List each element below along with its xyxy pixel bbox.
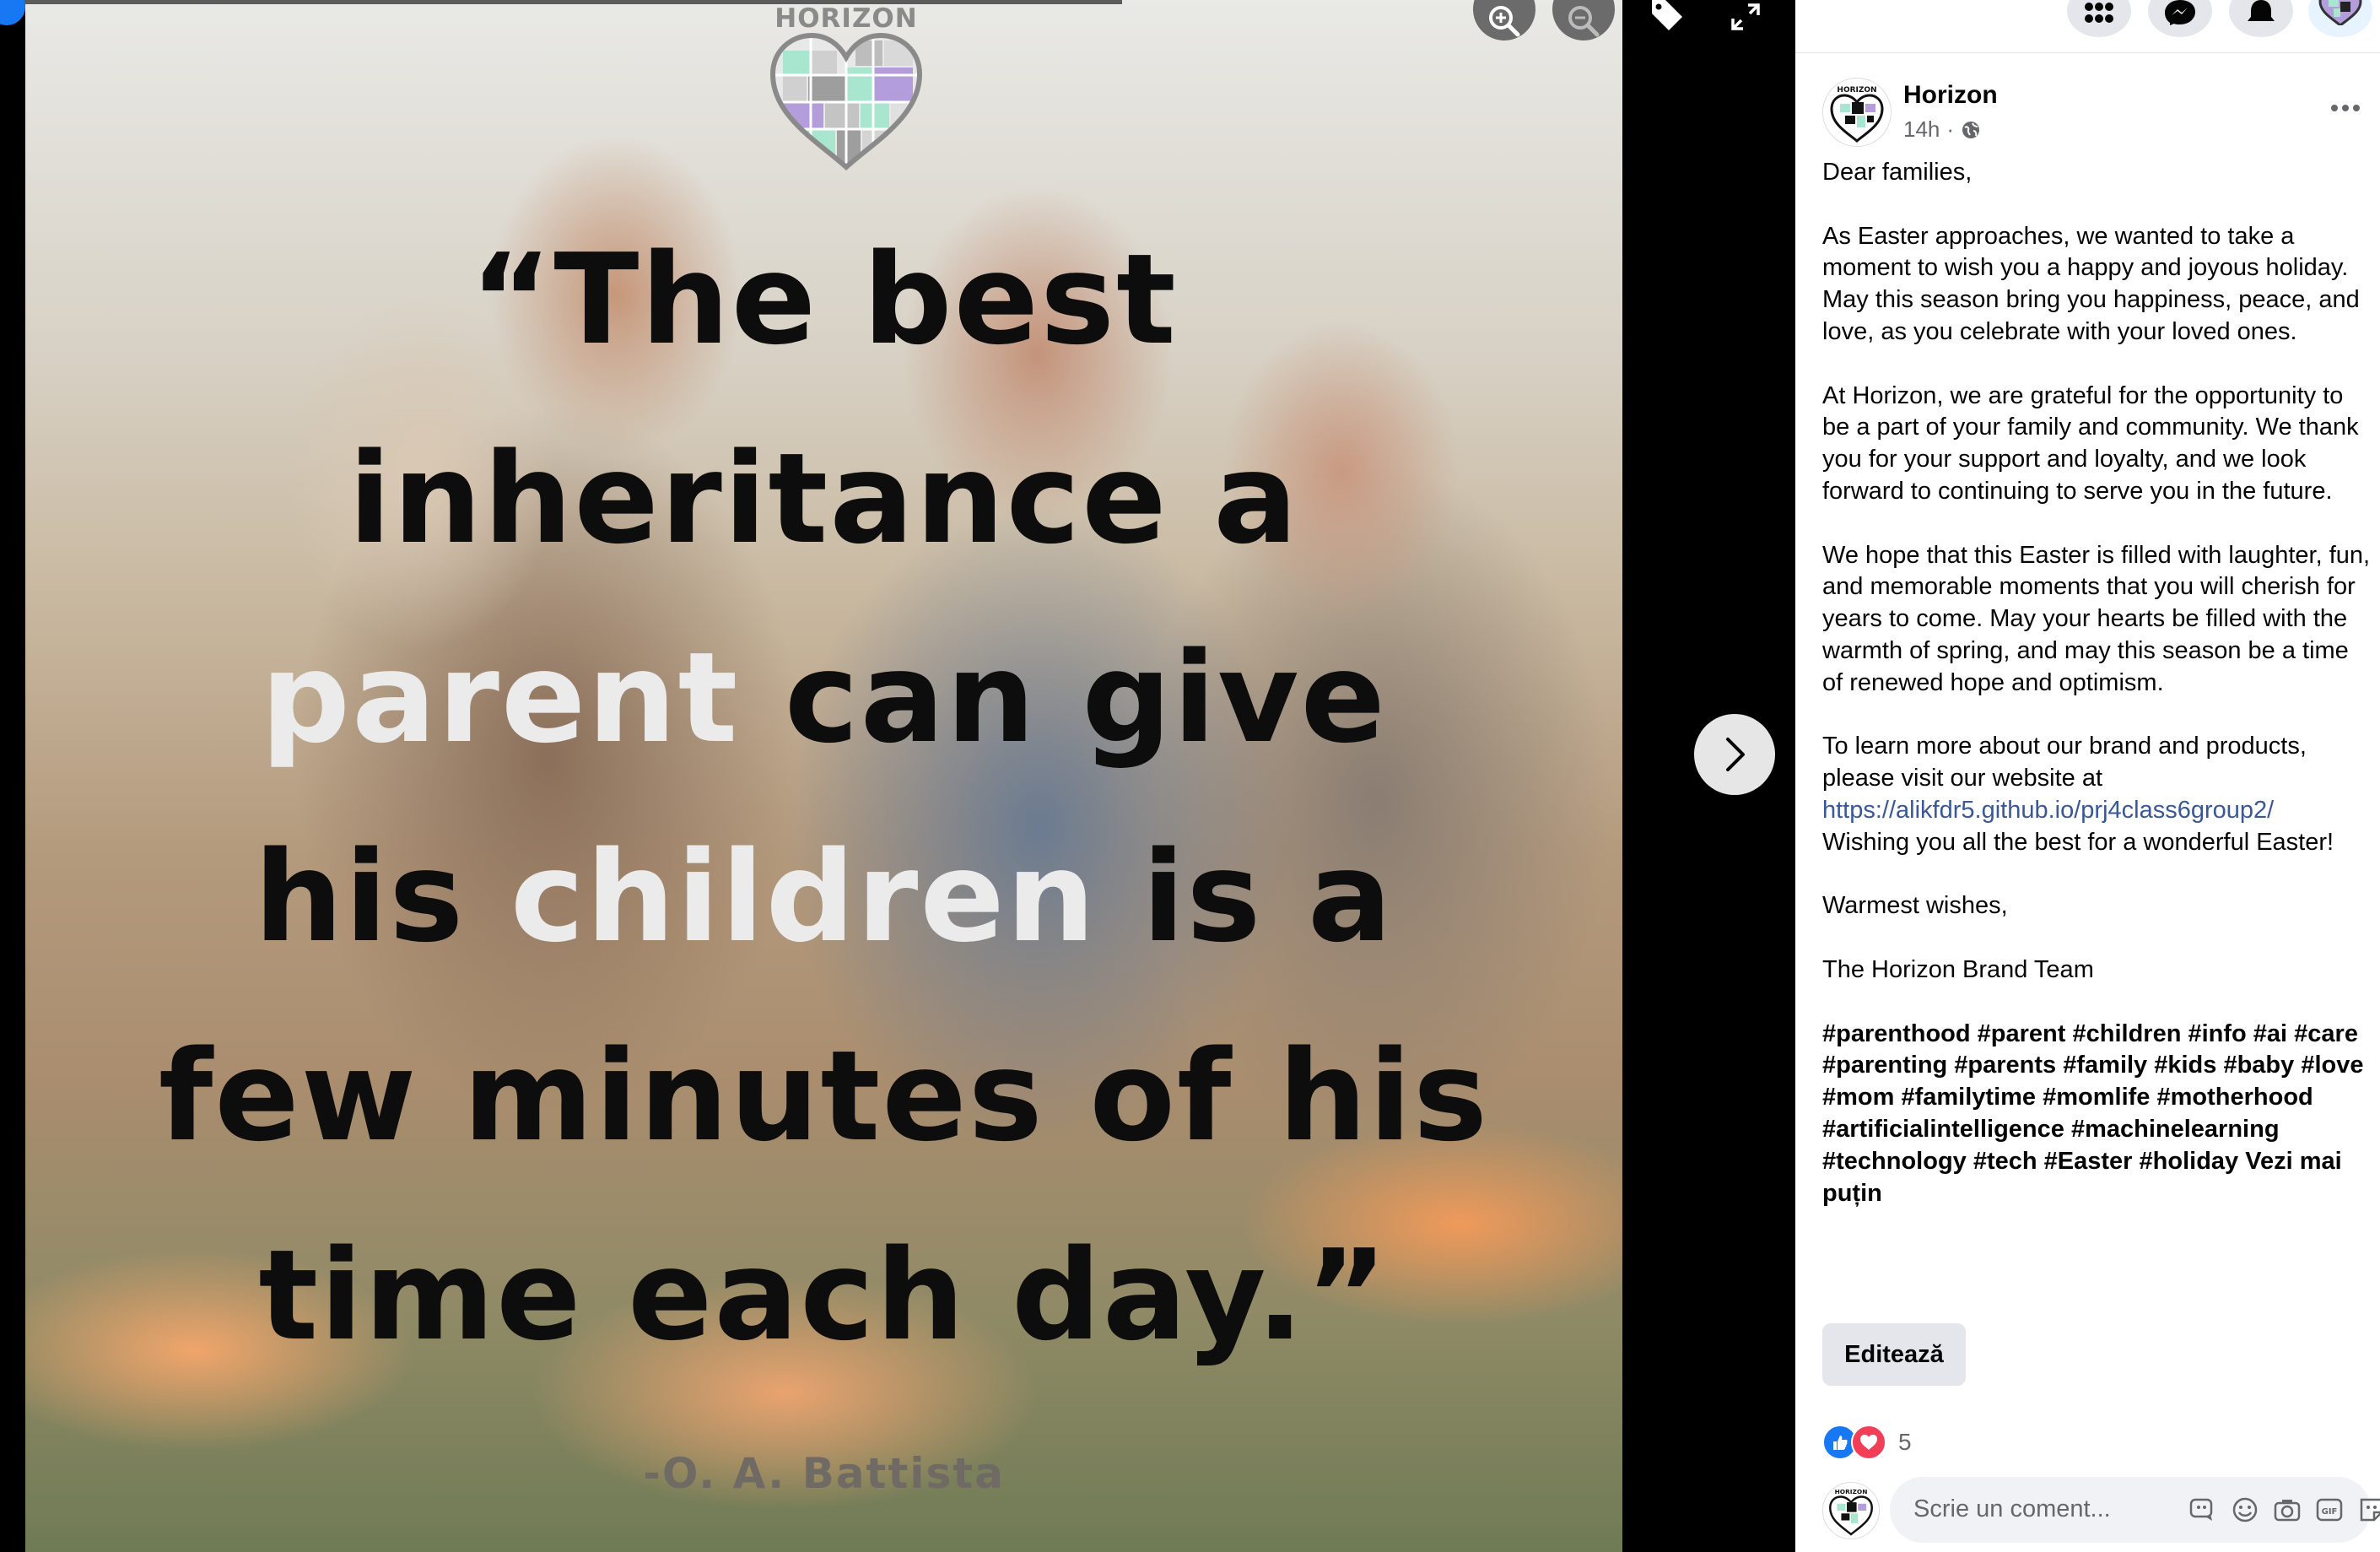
camera-icon[interactable] <box>2273 1495 2302 1524</box>
comment-input[interactable]: Scrie un coment... GIF <box>1890 1477 2380 1543</box>
tag-icon[interactable] <box>1650 0 1684 30</box>
post-signature: The Horizon Brand Team <box>1822 955 2094 983</box>
horizon-logo-icon: HORIZON <box>1830 86 1884 143</box>
post-photo[interactable]: HORIZON “The best inheritance a parent c… <box>25 0 1622 1552</box>
quote-text: time each day.” <box>258 1223 1390 1368</box>
quote-line: his children is a <box>25 825 1622 969</box>
globe-icon[interactable] <box>1961 120 1981 140</box>
notifications-icon <box>2248 0 2275 21</box>
quote-text: can give <box>739 625 1387 771</box>
menu-button[interactable] <box>2067 0 2131 37</box>
quote-text: inheritance a <box>348 426 1300 571</box>
post-hashtags-paragraph: #parenthood #parent #children #info #ai … <box>1822 1019 2375 1210</box>
quote-text: “The best <box>470 227 1178 372</box>
more-options-button[interactable] <box>2329 95 2362 122</box>
post-time[interactable]: 14h <box>1903 116 1940 143</box>
zoom-in-icon <box>1489 6 1520 37</box>
next-photo-button[interactable] <box>1694 714 1775 795</box>
chevron-right-icon <box>1726 738 1745 771</box>
quote-highlight-text: children <box>510 825 1098 970</box>
post-paragraph: At Horizon, we are grateful for the oppo… <box>1822 381 2359 505</box>
photo-viewer: HORIZON “The best inheritance a parent c… <box>0 0 1795 1552</box>
quote-highlight-text: parent <box>261 625 740 771</box>
svg-text:HORIZON: HORIZON <box>1837 86 1876 95</box>
photo-brand-logo: HORIZON <box>758 0 935 173</box>
svg-text:HORIZON: HORIZON <box>1835 1488 1868 1495</box>
avatar-sticker-icon[interactable] <box>2188 1495 2217 1524</box>
comment-placeholder: Scrie un coment... <box>1913 1495 2111 1522</box>
commenter-avatar[interactable]: HORIZON <box>1822 1482 1880 1539</box>
heart-logo-icon <box>769 32 923 171</box>
reactions-summary[interactable]: 5 <box>1822 1425 1912 1460</box>
page-avatar[interactable]: HORIZON <box>1822 78 1892 147</box>
emoji-icon[interactable] <box>2231 1495 2259 1524</box>
svg-text:GIF: GIF <box>2322 1507 2338 1517</box>
post-meta: 14h · <box>1903 116 1981 143</box>
top-navbar <box>1795 0 2380 53</box>
messenger-button[interactable] <box>2148 0 2212 37</box>
visit-text: To learn more about our brand and produc… <box>1822 733 2307 792</box>
more-options-icon <box>2331 105 2360 111</box>
gif-icon[interactable]: GIF <box>2315 1495 2344 1524</box>
quote-line: parent can give <box>25 626 1622 770</box>
menu-grid-icon <box>2085 3 2113 23</box>
sticker-icon[interactable] <box>2357 1495 2380 1524</box>
quote-text: few minutes of his <box>158 1024 1490 1169</box>
expand-icon[interactable] <box>1731 3 1760 30</box>
post-paragraph: Dear families, <box>1822 159 1973 186</box>
progress-line <box>0 0 1122 4</box>
wishing-text: Wishing you all the best for a wonderful… <box>1822 828 2334 856</box>
post-paragraph: As Easter approaches, we wanted to take … <box>1822 222 2360 345</box>
post-closing: Warmest wishes, <box>1822 892 2008 920</box>
notifications-button[interactable] <box>2229 0 2293 37</box>
profile-avatar <box>2318 0 2362 25</box>
meta-separator: · <box>1946 116 1955 142</box>
post-paragraph-website: To learn more about our brand and produc… <box>1822 731 2375 858</box>
love-icon <box>1851 1425 1886 1460</box>
post-panel: HORIZON Horizon 14h · Dear families, As … <box>1795 0 2380 1552</box>
quote-line: time each day.” <box>25 1224 1622 1367</box>
edit-button[interactable]: Editează <box>1822 1323 1966 1386</box>
website-link[interactable]: https://alikfdr5.github.io/prj4class6gro… <box>1822 797 2274 824</box>
zoom-out-icon <box>1568 6 1600 37</box>
quote-line: inheritance a <box>25 427 1622 571</box>
photo-logo-text: HORIZON <box>774 3 918 34</box>
post-text: Dear families, As Easter approaches, we … <box>1822 157 2375 1241</box>
quote-line: “The best <box>25 228 1622 371</box>
reaction-count: 5 <box>1898 1429 1912 1455</box>
quote-text: his <box>254 825 510 970</box>
horizon-logo-icon: HORIZON <box>1829 1488 1873 1536</box>
quote-text: is a <box>1097 825 1394 970</box>
quote-author: -O. A. Battista <box>643 1449 1005 1498</box>
quote-line: few minutes of his <box>25 1025 1622 1168</box>
profile-button[interactable] <box>2308 0 2372 37</box>
messenger-icon <box>2165 0 2195 25</box>
notification-dot <box>0 0 25 25</box>
page-name[interactable]: Horizon <box>1903 81 1998 110</box>
post-paragraph: We hope that this Easter is filled with … <box>1822 541 2371 696</box>
